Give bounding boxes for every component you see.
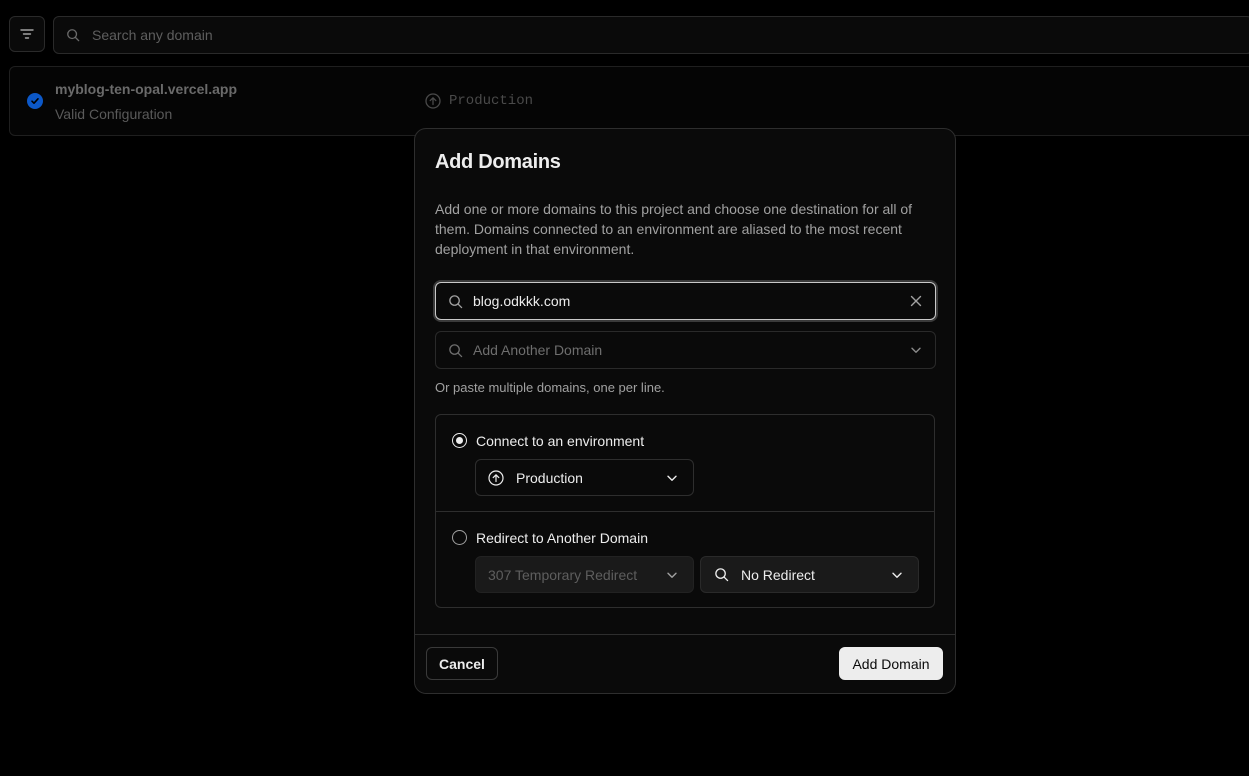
search-icon — [448, 294, 463, 309]
domain-environment-label: Production — [449, 93, 534, 109]
filter-button[interactable] — [9, 16, 45, 52]
domain-input[interactable] — [473, 293, 909, 309]
search-icon — [448, 343, 463, 358]
valid-check-icon — [27, 93, 43, 109]
add-another-domain-input[interactable] — [473, 342, 909, 358]
environment-select-value: Production — [516, 469, 583, 486]
domain-name[interactable]: myblog-ten-opal.vercel.app — [55, 81, 237, 97]
clear-icon[interactable] — [909, 294, 923, 308]
chevron-down-icon[interactable] — [909, 343, 923, 357]
domain-search-input[interactable] — [90, 26, 694, 44]
destination-options: Connect to an environment Production Red… — [435, 414, 935, 608]
domain-search-bar — [53, 16, 1249, 54]
filter-icon — [20, 29, 34, 39]
environment-select[interactable]: Production — [475, 459, 694, 496]
modal-description: Add one or more domains to this project … — [435, 201, 913, 257]
chevron-down-icon — [665, 471, 679, 485]
paste-hint: Or paste multiple domains, one per line. — [435, 380, 665, 395]
domain-input-field[interactable] — [435, 282, 936, 320]
domain-environment: Production — [425, 93, 533, 109]
redirect-radio[interactable] — [452, 530, 467, 545]
redirect-type-value: 307 Temporary Redirect — [488, 566, 638, 583]
add-domain-button[interactable]: Add Domain — [839, 647, 943, 680]
modal-footer: Cancel Add Domain — [415, 634, 955, 693]
redirect-label[interactable]: Redirect to Another Domain — [476, 530, 648, 546]
redirect-type-select[interactable]: 307 Temporary Redirect — [475, 556, 694, 593]
redirect-target-value: No Redirect — [741, 566, 815, 583]
arrow-up-circle-icon — [425, 93, 441, 109]
arrow-up-circle-icon — [488, 469, 504, 486]
domain-list-item[interactable]: myblog-ten-opal.vercel.app Valid Configu… — [9, 66, 1249, 136]
chevron-down-icon — [890, 568, 904, 582]
cancel-button[interactable]: Cancel — [426, 647, 498, 680]
chevron-down-icon — [665, 568, 679, 582]
options-divider — [436, 511, 934, 512]
connect-environment-radio[interactable] — [452, 433, 467, 448]
add-domains-modal: Add Domains Add one or more domains to t… — [414, 128, 956, 694]
domain-status: Valid Configuration — [55, 106, 173, 122]
search-icon — [67, 29, 80, 42]
redirect-target-select[interactable]: No Redirect — [700, 556, 919, 593]
search-icon — [714, 567, 729, 582]
modal-title: Add Domains — [435, 151, 561, 173]
connect-environment-label[interactable]: Connect to an environment — [476, 433, 644, 449]
add-another-domain-field[interactable] — [435, 331, 936, 369]
